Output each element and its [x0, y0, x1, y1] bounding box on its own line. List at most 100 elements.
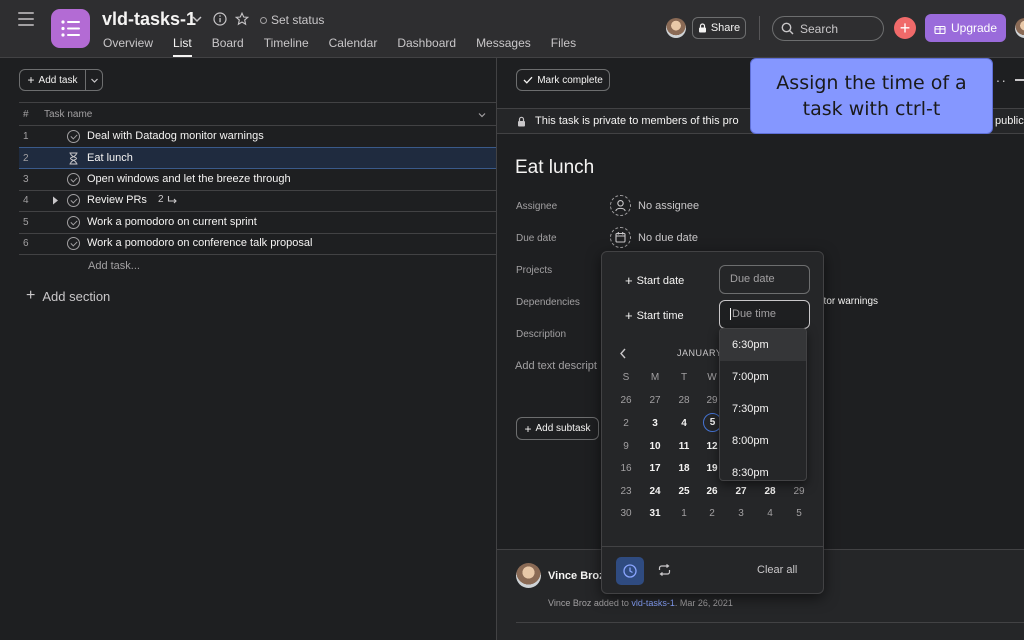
calendar-day[interactable]: 4	[670, 418, 698, 429]
calendar-day[interactable]: 26	[612, 395, 640, 406]
assignee-icon[interactable]	[610, 195, 631, 216]
calendar-day[interactable]: 29	[785, 486, 813, 497]
expand-triangle-icon[interactable]	[52, 196, 59, 205]
task-row[interactable]: 1 Deal with Datadog monitor warnings	[19, 126, 496, 148]
activity-project-link[interactable]: vld-tasks-1	[631, 598, 675, 608]
complete-check-icon[interactable]	[67, 130, 80, 143]
upgrade-button[interactable]: Upgrade	[925, 14, 1006, 42]
tab-board[interactable]: Board	[212, 36, 244, 57]
dependency-task[interactable]: ntor warnings	[818, 296, 878, 307]
repeat-icon[interactable]	[657, 563, 672, 577]
tab-list[interactable]: List	[173, 36, 192, 57]
add-task-link[interactable]: Add task...	[88, 260, 140, 272]
weekday-label: M	[650, 372, 660, 383]
calendar-day[interactable]: 18	[670, 463, 698, 474]
time-option[interactable]: 8:30pm	[720, 457, 806, 480]
calendar-day[interactable]: 11	[670, 441, 698, 452]
star-icon[interactable]	[235, 12, 249, 26]
activity-user-name[interactable]: Vince Broz	[548, 570, 605, 582]
add-subtask-button[interactable]: + Add subtask	[516, 417, 599, 440]
calendar-day[interactable]: 17	[641, 463, 669, 474]
user-avatar[interactable]	[1015, 18, 1024, 38]
calendar-day[interactable]: 4	[756, 508, 784, 519]
calendar-day[interactable]: 16	[612, 463, 640, 474]
due-date-value[interactable]: No due date	[638, 232, 698, 244]
due-date-input[interactable]: Due date	[719, 265, 810, 294]
task-name[interactable]: Work a pomodoro on current sprint	[87, 216, 257, 228]
calendar-day[interactable]: 3	[641, 418, 669, 429]
chevron-down-icon[interactable]	[191, 13, 203, 25]
assignee-value[interactable]: No assignee	[638, 200, 699, 212]
time-option[interactable]: 7:00pm	[720, 361, 806, 393]
mark-complete-button[interactable]: Mark complete	[516, 69, 610, 91]
complete-check-icon[interactable]	[67, 237, 80, 250]
calendar-day[interactable]: 3	[727, 508, 755, 519]
task-row[interactable]: 3 Open windows and let the breeze throug…	[19, 169, 496, 191]
task-name[interactable]: Deal with Datadog monitor warnings	[87, 130, 264, 142]
share-button[interactable]: Share	[692, 17, 746, 39]
search-input[interactable]: Search	[772, 16, 884, 41]
complete-check-icon[interactable]	[67, 216, 80, 229]
task-row[interactable]: 4 Review PRs 2	[19, 190, 496, 212]
calendar-day[interactable]: 30	[612, 508, 640, 519]
chevron-down-icon[interactable]	[477, 110, 487, 120]
tab-dashboard[interactable]: Dashboard	[397, 36, 456, 57]
task-name[interactable]: Eat lunch	[87, 152, 133, 164]
task-row[interactable]: 6 Work a pomodoro on conference talk pro…	[19, 233, 496, 255]
calendar-day[interactable]: 27	[641, 395, 669, 406]
calendar-day[interactable]: 1	[670, 508, 698, 519]
time-toggle-button[interactable]	[616, 557, 644, 585]
calendar-day[interactable]: 2	[698, 508, 726, 519]
time-option[interactable]: 6:30pm	[720, 329, 806, 361]
time-options-dropdown: 6:30pm 7:00pm 7:30pm 8:00pm 8:30pm	[719, 328, 807, 481]
info-icon[interactable]	[213, 12, 227, 26]
calendar-day[interactable]: 26	[698, 486, 726, 497]
tab-files[interactable]: Files	[551, 36, 576, 57]
activity-avatar	[516, 563, 541, 588]
calendar-icon[interactable]	[610, 227, 631, 248]
add-task-dropdown[interactable]	[85, 69, 103, 91]
check-icon	[523, 76, 533, 84]
calendar-day[interactable]: 9	[612, 441, 640, 452]
task-name[interactable]: Work a pomodoro on conference talk propo…	[87, 237, 312, 249]
calendar-day[interactable]: 28	[756, 486, 784, 497]
time-option[interactable]: 8:00pm	[720, 425, 806, 457]
tab-overview[interactable]: Overview	[103, 36, 153, 57]
column-task-name[interactable]: Task name	[44, 109, 92, 120]
task-row[interactable]: 5 Work a pomodoro on current sprint	[19, 212, 496, 234]
calendar-day[interactable]: 23	[612, 486, 640, 497]
clear-all-button[interactable]: Clear all	[757, 564, 797, 576]
hamburger-menu-icon[interactable]	[18, 12, 34, 26]
due-time-input[interactable]: Due time	[719, 300, 810, 329]
calendar-day[interactable]: 24	[641, 486, 669, 497]
tab-messages[interactable]: Messages	[476, 36, 531, 57]
chevron-left-icon[interactable]	[619, 348, 627, 359]
start-time-button[interactable]: + Start time	[625, 308, 684, 323]
project-title[interactable]: vld-tasks-1	[102, 9, 196, 30]
member-avatar[interactable]	[666, 18, 686, 38]
calendar-day[interactable]: 28	[670, 395, 698, 406]
calendar-day[interactable]: 5	[785, 508, 813, 519]
task-name[interactable]: Open windows and let the breeze through	[87, 173, 291, 185]
time-option[interactable]: 7:30pm	[720, 393, 806, 425]
calendar-day[interactable]: 27	[727, 486, 755, 497]
task-name[interactable]: Review PRs	[87, 194, 147, 206]
calendar-day[interactable]: 31	[641, 508, 669, 519]
calendar-day[interactable]: 2	[612, 418, 640, 429]
add-section-button[interactable]: + Add section	[26, 287, 110, 305]
tab-calendar[interactable]: Calendar	[329, 36, 378, 57]
close-pane-icon[interactable]	[1015, 79, 1024, 81]
quick-add-button[interactable]: +	[894, 17, 916, 39]
task-row-selected[interactable]: 2 Eat lunch	[19, 147, 496, 169]
calendar-day[interactable]: 10	[641, 441, 669, 452]
complete-check-icon[interactable]	[67, 173, 80, 186]
description-input[interactable]: Add text descript	[515, 360, 597, 372]
gift-icon	[934, 25, 946, 34]
tab-timeline[interactable]: Timeline	[264, 36, 309, 57]
complete-check-icon[interactable]	[67, 194, 80, 207]
add-task-button[interactable]: + Add task	[19, 69, 86, 91]
calendar-day[interactable]: 25	[670, 486, 698, 497]
task-title[interactable]: Eat lunch	[515, 157, 594, 179]
set-status-button[interactable]: Set status	[260, 13, 324, 27]
start-date-button[interactable]: + Start date	[625, 273, 684, 288]
